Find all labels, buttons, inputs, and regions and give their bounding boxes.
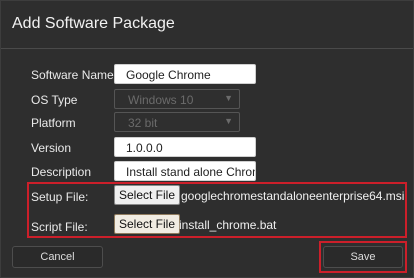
dialog-title: Add Software Package [12,15,175,32]
os-type-label: OS Type [31,93,78,107]
os-type-value: Windows 10 [128,93,194,107]
version-row: Version 1.0.0.0 [1,137,414,159]
cancel-button[interactable]: Cancel [12,246,103,268]
platform-label: Platform [31,116,76,130]
os-type-select[interactable]: Windows 10 ▼ [114,89,240,109]
software-name-row: Software Name Google Chrome [1,64,414,86]
dialog-header: Add Software Package [1,1,413,49]
platform-select[interactable]: 32 bit ▼ [114,112,240,132]
setup-file-label: Setup File: [31,190,89,204]
script-file-row: Script File: Select File install_chrome.… [1,214,414,236]
description-input[interactable]: Install stand alone Chrom [114,161,256,181]
software-name-label: Software Name [31,68,114,82]
add-software-dialog: Add Software Package Software Name Googl… [0,0,414,278]
script-file-label: Script File: [31,220,88,234]
description-row: Description Install stand alone Chrom [1,161,414,183]
description-label: Description [31,165,92,179]
script-select-file-button[interactable]: Select File [114,214,181,234]
os-type-row: OS Type Windows 10 ▼ [1,89,414,111]
platform-row: Platform 32 bit ▼ [1,112,414,134]
setup-file-name: googlechromestandaloneenterprise64.msi [181,189,405,203]
platform-value: 32 bit [128,116,158,130]
version-input[interactable]: 1.0.0.0 [114,137,256,157]
setup-select-file-button[interactable]: Select File [114,185,181,205]
chevron-down-icon: ▼ [224,93,233,103]
version-label: Version [31,141,72,155]
save-button[interactable]: Save [323,246,403,268]
chevron-down-icon: ▼ [224,116,233,126]
script-file-name: install_chrome.bat [179,218,277,232]
software-name-input[interactable]: Google Chrome [114,64,256,84]
setup-file-row: Setup File: Select File googlechromestan… [1,185,414,207]
